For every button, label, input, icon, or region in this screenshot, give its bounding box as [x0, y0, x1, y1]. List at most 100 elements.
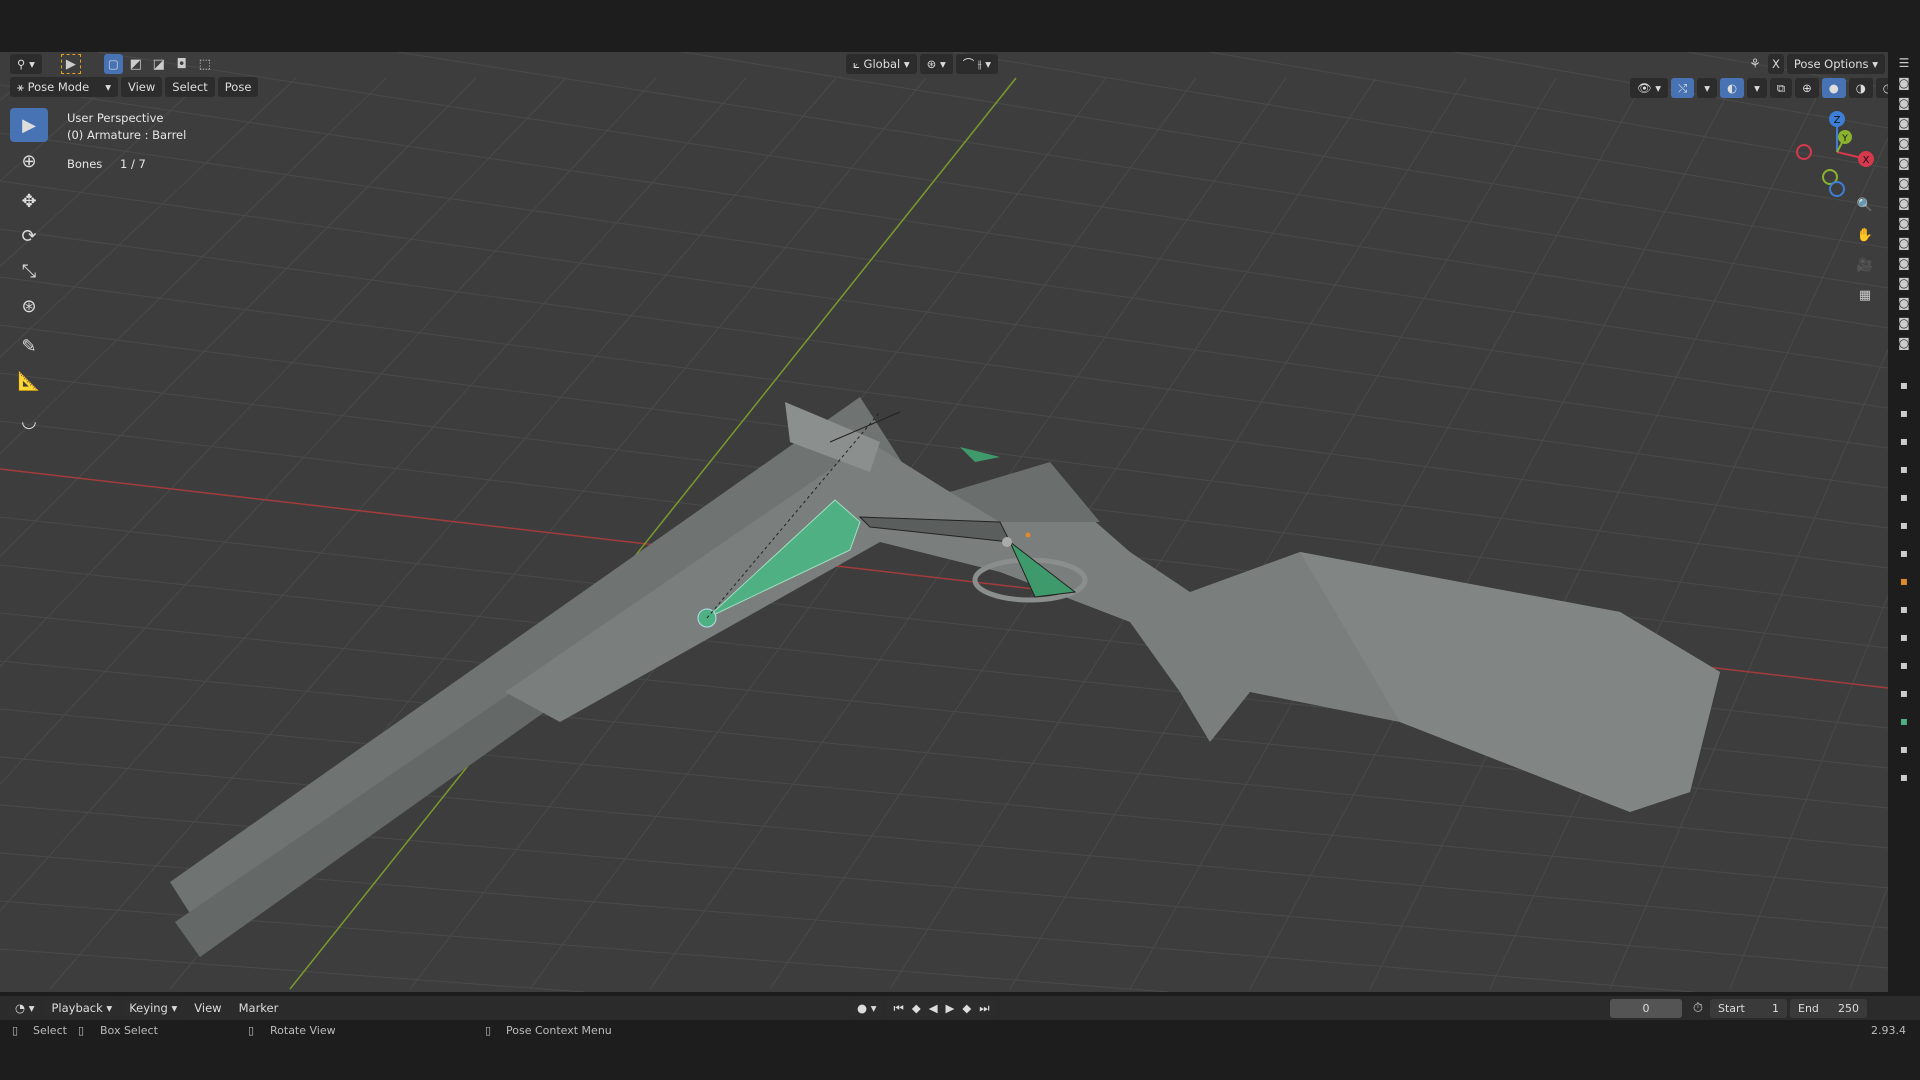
tool-props-icon[interactable]: ▪ — [1894, 406, 1914, 424]
render-props-icon[interactable]: ▪ — [1894, 434, 1914, 452]
pan-view-icon[interactable]: ✋ — [1855, 225, 1875, 245]
object-props-icon[interactable]: ▪ — [1894, 574, 1914, 592]
select-mode-intersect-icon[interactable]: ⬚ — [195, 54, 215, 74]
xray-toggle[interactable]: ⧉ — [1769, 78, 1793, 98]
editor-type-button[interactable]: ⚲ ▾ — [10, 54, 42, 74]
ortho-toggle-icon[interactable]: ▦ — [1855, 285, 1875, 305]
menu-pose[interactable]: Pose — [217, 77, 259, 97]
render-visibility-icon[interactable]: ◙ — [1894, 136, 1914, 154]
select-mode-new-button[interactable]: ▢ — [103, 54, 123, 74]
render-visibility-icon[interactable]: ◙ — [1894, 216, 1914, 234]
grid-line — [0, 84, 1888, 369]
menu-keying[interactable]: Keying ▾ — [122, 998, 185, 1018]
shading-rendered[interactable]: ◔ — [1875, 78, 1888, 98]
pivot-dropdown[interactable]: ⊛ ▾ — [919, 54, 953, 74]
stopwatch-icon[interactable]: ⏱ — [1688, 998, 1708, 1018]
zoom-view-icon[interactable]: 🔍 — [1855, 195, 1875, 215]
end-frame-field[interactable]: End 250 — [1790, 999, 1867, 1018]
shading-wireframe[interactable]: ⊕ — [1795, 78, 1819, 98]
modifier-props-icon[interactable]: ▪ — [1894, 602, 1914, 620]
render-visibility-icon[interactable]: ◙ — [1894, 116, 1914, 134]
camera-view-icon[interactable]: 🎥 — [1855, 255, 1875, 275]
next-keyframe-icon[interactable]: ◆ — [962, 1001, 971, 1015]
mouse-left-icon: ▯ — [12, 1024, 19, 1037]
transform-orientation-dropdown[interactable]: ⟀ Global ▾ — [846, 54, 917, 74]
render-visibility-icon[interactable]: ◙ — [1894, 176, 1914, 194]
view-perspective-label: User Perspective — [67, 111, 164, 125]
render-visibility-icon[interactable]: ◙ — [1894, 236, 1914, 254]
pose-options-dropdown[interactable]: Pose Options ▾ — [1786, 54, 1885, 74]
render-visibility-icon[interactable]: ◙ — [1894, 336, 1914, 354]
tool-select-box[interactable]: ▶ — [10, 108, 48, 142]
current-frame-field[interactable]: 0 — [1610, 999, 1682, 1018]
play-icon[interactable]: ▶ — [946, 1001, 955, 1015]
tool-bone-envelope[interactable]: ◡ — [10, 404, 48, 438]
auto-keying-toggle[interactable]: ● ▾ — [850, 998, 884, 1018]
3d-viewport[interactable]: ⚲ ▾ ▶ ▢ ◩ ◪ ◘ ⬚ ⟀ Global ▾ ⊛ ▾ ⌒ ⫲ ▾ ⚘ X… — [0, 52, 1888, 992]
select-box-icon: ▶ — [22, 114, 36, 136]
visibility-dropdown[interactable]: 👁 ▾ — [1630, 78, 1669, 98]
timeline-editor-type[interactable]: ◔ ▾ — [8, 998, 42, 1018]
jump-end-icon[interactable]: ⏭ — [979, 1001, 989, 1016]
tool-rotate[interactable]: ⟳ — [10, 219, 48, 253]
playback-controls[interactable]: ⏮ ◆ ◀ ▶ ◆ ⏭ — [886, 998, 997, 1018]
select-tool-icon[interactable]: ▶ — [60, 54, 81, 74]
render-visibility-icon[interactable]: ◙ — [1894, 296, 1914, 314]
tool-measure[interactable]: 📐 — [10, 364, 48, 398]
bone-constraint-icon[interactable]: ▪ — [1894, 742, 1914, 760]
jump-start-icon[interactable]: ⏮ — [893, 1001, 903, 1016]
mode-dropdown[interactable]: ⚹ Pose Mode ▾ — [10, 77, 118, 97]
x-mirror-toggle[interactable]: X — [1768, 54, 1784, 74]
shotgun-model — [170, 397, 1720, 957]
select-mode-invert-icon[interactable]: ◘ — [172, 54, 192, 74]
menu-playback[interactable]: Playback ▾ — [44, 998, 120, 1018]
bone-props-icon[interactable]: ▪ — [1894, 714, 1914, 732]
overlays-toggle[interactable]: ◐ — [1720, 78, 1745, 98]
render-visibility-icon[interactable]: ◙ — [1894, 276, 1914, 294]
world-props-icon[interactable]: ▪ — [1894, 546, 1914, 564]
mouse-right-icon: ▯ — [485, 1024, 492, 1037]
gizmo-toggle[interactable]: ⤭ — [1671, 78, 1695, 98]
grid-line — [0, 77, 477, 557]
texture-props-icon[interactable]: ▪ — [1894, 770, 1914, 788]
start-frame-field[interactable]: Start 1 — [1710, 999, 1787, 1018]
status-rotate-view: Rotate View — [270, 1024, 336, 1037]
tool-cursor[interactable]: ⊕ — [10, 144, 48, 178]
gizmo-dropdown[interactable]: ▾ — [1697, 78, 1718, 98]
menu-marker[interactable]: Marker — [232, 998, 286, 1018]
snap-toggle[interactable]: ⌒ ⫲ ▾ — [955, 54, 999, 74]
menu-timeline-view[interactable]: View — [187, 998, 228, 1018]
constraint-props-icon[interactable]: ▪ — [1894, 658, 1914, 676]
svg-text:Z: Z — [1834, 115, 1841, 126]
overlays-dropdown[interactable]: ▾ — [1747, 78, 1767, 98]
render-visibility-icon[interactable]: ◙ — [1894, 96, 1914, 114]
properties-editor-icon[interactable]: ▪ — [1894, 378, 1914, 396]
view-layer-icon[interactable]: ▪ — [1894, 490, 1914, 508]
shading-material[interactable]: ◑ — [1848, 78, 1873, 98]
select-mode-extend-icon[interactable]: ◩ — [126, 54, 146, 74]
render-visibility-icon[interactable]: ◙ — [1894, 256, 1914, 274]
output-props-icon[interactable]: ▪ — [1894, 462, 1914, 480]
render-visibility-icon[interactable]: ◙ — [1894, 156, 1914, 174]
navigation-gizmo[interactable]: Z Y X — [1790, 107, 1880, 197]
menu-view[interactable]: View — [121, 77, 163, 97]
shading-solid[interactable]: ● — [1821, 78, 1846, 98]
tool-scale[interactable]: ⤡ — [10, 254, 48, 288]
render-visibility-icon[interactable]: ◙ — [1894, 196, 1914, 214]
menu-select[interactable]: Select — [165, 77, 215, 97]
rotate-icon: ⟳ — [21, 225, 37, 247]
play-reverse-icon[interactable]: ◀ — [929, 1001, 938, 1015]
render-visibility-icon[interactable]: ◙ — [1894, 76, 1914, 94]
outliner-icon[interactable]: ☰ — [1894, 56, 1914, 74]
tool-transform[interactable]: ⊛ — [10, 289, 48, 323]
tool-annotate[interactable]: ✎ — [10, 329, 48, 363]
orientation-icon: ⟀ — [853, 56, 864, 71]
render-visibility-icon[interactable]: ◙ — [1894, 316, 1914, 334]
prev-keyframe-icon[interactable]: ◆ — [912, 1001, 921, 1015]
tool-move[interactable]: ✥ — [10, 184, 48, 218]
select-mode-subtract-icon[interactable]: ◪ — [149, 54, 169, 74]
physics-props-icon[interactable]: ▪ — [1894, 630, 1914, 648]
armature-data-icon[interactable]: ▪ — [1894, 686, 1914, 704]
grid-line — [0, 228, 1888, 489]
scene-props-icon[interactable]: ▪ — [1894, 518, 1914, 536]
